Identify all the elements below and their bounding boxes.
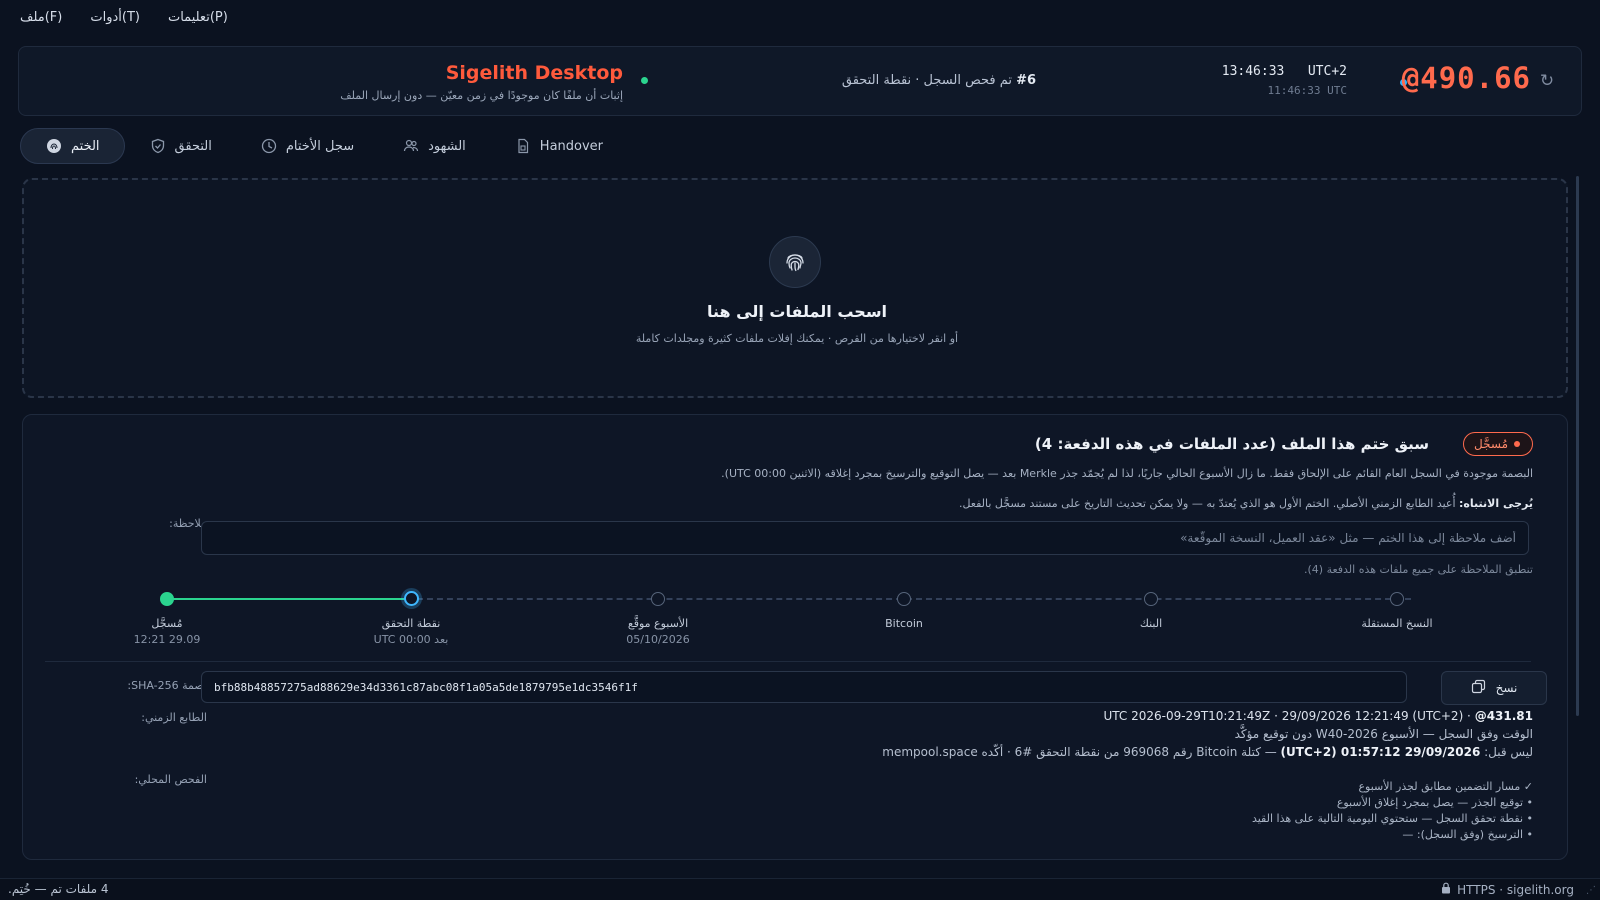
copy-icon xyxy=(1471,679,1486,697)
timeline-label-copies: النسخ المستقلة xyxy=(1361,617,1433,630)
fingerprint-icon xyxy=(45,137,63,155)
not-before-detail: — كتلة Bitcoin رقم 969068 من نقطة التحقق… xyxy=(882,745,1281,759)
timeline-sub-checkpoint: بعد 00:00 UTC xyxy=(373,633,449,646)
lock-icon xyxy=(1441,882,1451,897)
tab-stamp-label: الختم xyxy=(71,138,100,154)
timestamp-week: الوقت وفق السجل — الأسبوع 2026-W40 دون ت… xyxy=(1234,727,1533,741)
tab-handover-label: Handover xyxy=(539,138,604,154)
note-label: ملاحظة: xyxy=(169,517,207,530)
timestamp-primary: UTC 2026-09-29T10:21:49Z · 29/09/2026 12… xyxy=(1103,709,1533,723)
check-item: • الترسيخ (وفق السجل): — xyxy=(1402,828,1533,841)
badge-dot xyxy=(1514,441,1520,447)
copy-hash-button[interactable]: نسخ xyxy=(1441,671,1547,705)
status-badge-label: مُسجَّل xyxy=(1474,437,1508,451)
check-item: • نقطة تحقق السجل — ستحتوي اليومية التال… xyxy=(1251,812,1533,825)
shield-icon xyxy=(149,137,167,155)
note-input[interactable] xyxy=(201,521,1529,555)
app-title: Sigelith Desktop xyxy=(445,62,623,84)
timeline-label-week-signed: الأسبوع موقَّع xyxy=(627,617,689,630)
document-icon xyxy=(514,137,532,155)
main-tabs: الختم التحقق سجل الأختام الشهود Handover xyxy=(20,128,627,164)
result-warning: يُرجى الانتباه: أُعيد الطابع الزمني الأص… xyxy=(959,497,1533,510)
status-message: 4 ملفات تم — خُتِم. xyxy=(8,882,109,896)
timeline-label-bitcoin: Bitcoin xyxy=(885,617,923,630)
tab-stamp-log[interactable]: سجل الأختام xyxy=(236,128,378,164)
app-header: Sigelith Desktop إثبات أن ملفًا كان موجو… xyxy=(18,46,1582,116)
result-explanation: البصمة موجودة في السجل العام القائم على … xyxy=(721,467,1533,480)
timeline-node-bank xyxy=(1144,592,1158,606)
status-bar: 4 ملفات تم — خُتِم. HTTPS · sigelith.org… xyxy=(0,878,1600,900)
timeline-label-checkpoint: نقطة التحقق xyxy=(381,617,441,630)
timeline-label-registered: مُسجَّل xyxy=(151,617,183,630)
users-icon xyxy=(402,137,420,155)
drop-zone-title: اسحب الملفات إلى هنا xyxy=(706,302,888,321)
clock-icon xyxy=(260,137,278,155)
check-item: ✓ مسار التضمين مطابق لجذر الأسبوع xyxy=(1358,780,1533,793)
timeline-sub-registered: 29.09 12:21 xyxy=(133,633,201,646)
menu-bar: ملف(F) أدوات(T) تعليمات(P) xyxy=(0,0,1600,34)
online-status-dot xyxy=(641,77,648,84)
warning-prefix: يُرجى الانتباه: xyxy=(1459,497,1533,510)
connection-text: HTTPS · sigelith.org xyxy=(1457,882,1574,897)
timestamp-stamp-price: @431.81 xyxy=(1474,709,1533,723)
drop-zone-subtitle: أو انقر لاختيارها من القرص · يمكنك إفلات… xyxy=(635,332,959,345)
timeline-line-done xyxy=(173,598,417,600)
tab-witnesses[interactable]: الشهود xyxy=(378,128,490,164)
tab-handover[interactable]: Handover xyxy=(490,128,627,164)
not-before-prefix: ليس قبل: xyxy=(1480,745,1533,759)
app-subtitle: إثبات أن ملفًا كان موجودًا في زمن معيّن … xyxy=(340,89,623,102)
local-check-list: ✓ مسار التضمين مطابق لجذر الأسبوع • توقي… xyxy=(833,779,1533,843)
copy-button-label: نسخ xyxy=(1495,681,1518,695)
registry-status-text: تم فحص السجل · نقطة التحقق xyxy=(841,73,1017,88)
checkpoint-number: #6 xyxy=(1016,73,1037,88)
timeline-line-pending xyxy=(417,598,1411,600)
timeline-label-bank: البنك xyxy=(1139,617,1163,630)
timeline-node-bitcoin xyxy=(897,592,911,606)
hash-label: بصمة SHA-256: xyxy=(127,679,207,692)
tab-verify[interactable]: التحقق xyxy=(125,128,236,164)
registry-status: #6 تم فحص السجل · نقطة التحقق xyxy=(719,73,1159,88)
menu-file[interactable]: ملف(F) xyxy=(20,10,62,25)
status-badge: مُسجَّل xyxy=(1463,432,1533,456)
price-readout: @490.66 xyxy=(1401,61,1531,95)
timeline-node-copies xyxy=(1390,592,1404,606)
tab-stamp[interactable]: الختم xyxy=(20,128,125,164)
hash-field[interactable]: bfb88b48857275ad88629e34d3361c87abc08f1a… xyxy=(201,671,1407,703)
not-before-date: 29/09/2026 01:57:12 (UTC+2) xyxy=(1280,745,1481,759)
fingerprint-icon xyxy=(769,236,821,288)
connection-status: HTTPS · sigelith.org xyxy=(1441,882,1574,897)
section-divider xyxy=(45,661,1531,662)
timestamp-not-before: ليس قبل: 29/09/2026 01:57:12 (UTC+2) — ك… xyxy=(882,745,1533,759)
menu-tools[interactable]: أدوات(T) xyxy=(90,10,140,25)
check-item: • توقيع الجذر — يصل بمجرد إغلاق الأسبوع xyxy=(1336,796,1533,809)
tab-stamp-log-label: سجل الأختام xyxy=(285,138,355,154)
local-check-label: الفحص المحلي: xyxy=(134,773,207,786)
warning-text: أُعيد الطابع الزمني الأصلي. الختم الأول … xyxy=(958,497,1460,510)
tab-witnesses-label: الشهود xyxy=(428,138,466,154)
result-title: سبق ختم هذا الملف (عدد الملفات في هذه ال… xyxy=(1034,435,1429,453)
tab-verify-label: التحقق xyxy=(174,138,212,154)
timestamp-label: الطابع الزمني: xyxy=(141,711,207,724)
resize-grip-icon[interactable]: ⋰ xyxy=(1586,885,1596,896)
timeline-node-week-signed xyxy=(651,592,665,606)
timeline-node-registered xyxy=(160,592,174,606)
timeline-sub-week-signed: 05/10/2026 xyxy=(626,633,690,646)
menu-help[interactable]: تعليمات(P) xyxy=(168,10,228,25)
timeline-node-checkpoint xyxy=(404,591,419,606)
note-hint: تنطبق الملاحظة على جميع ملفات هذه الدفعة… xyxy=(1303,563,1533,576)
refresh-icon[interactable]: ↻ xyxy=(1537,71,1557,91)
scrollbar[interactable] xyxy=(1576,176,1579,716)
stamp-result-card: مُسجَّل سبق ختم هذا الملف (عدد الملفات ف… xyxy=(22,414,1568,860)
file-drop-zone[interactable]: اسحب الملفات إلى هنا أو انقر لاختيارها م… xyxy=(22,178,1568,398)
timestamp-rest: UTC 2026-09-29T10:21:49Z · 29/09/2026 12… xyxy=(1103,709,1475,723)
